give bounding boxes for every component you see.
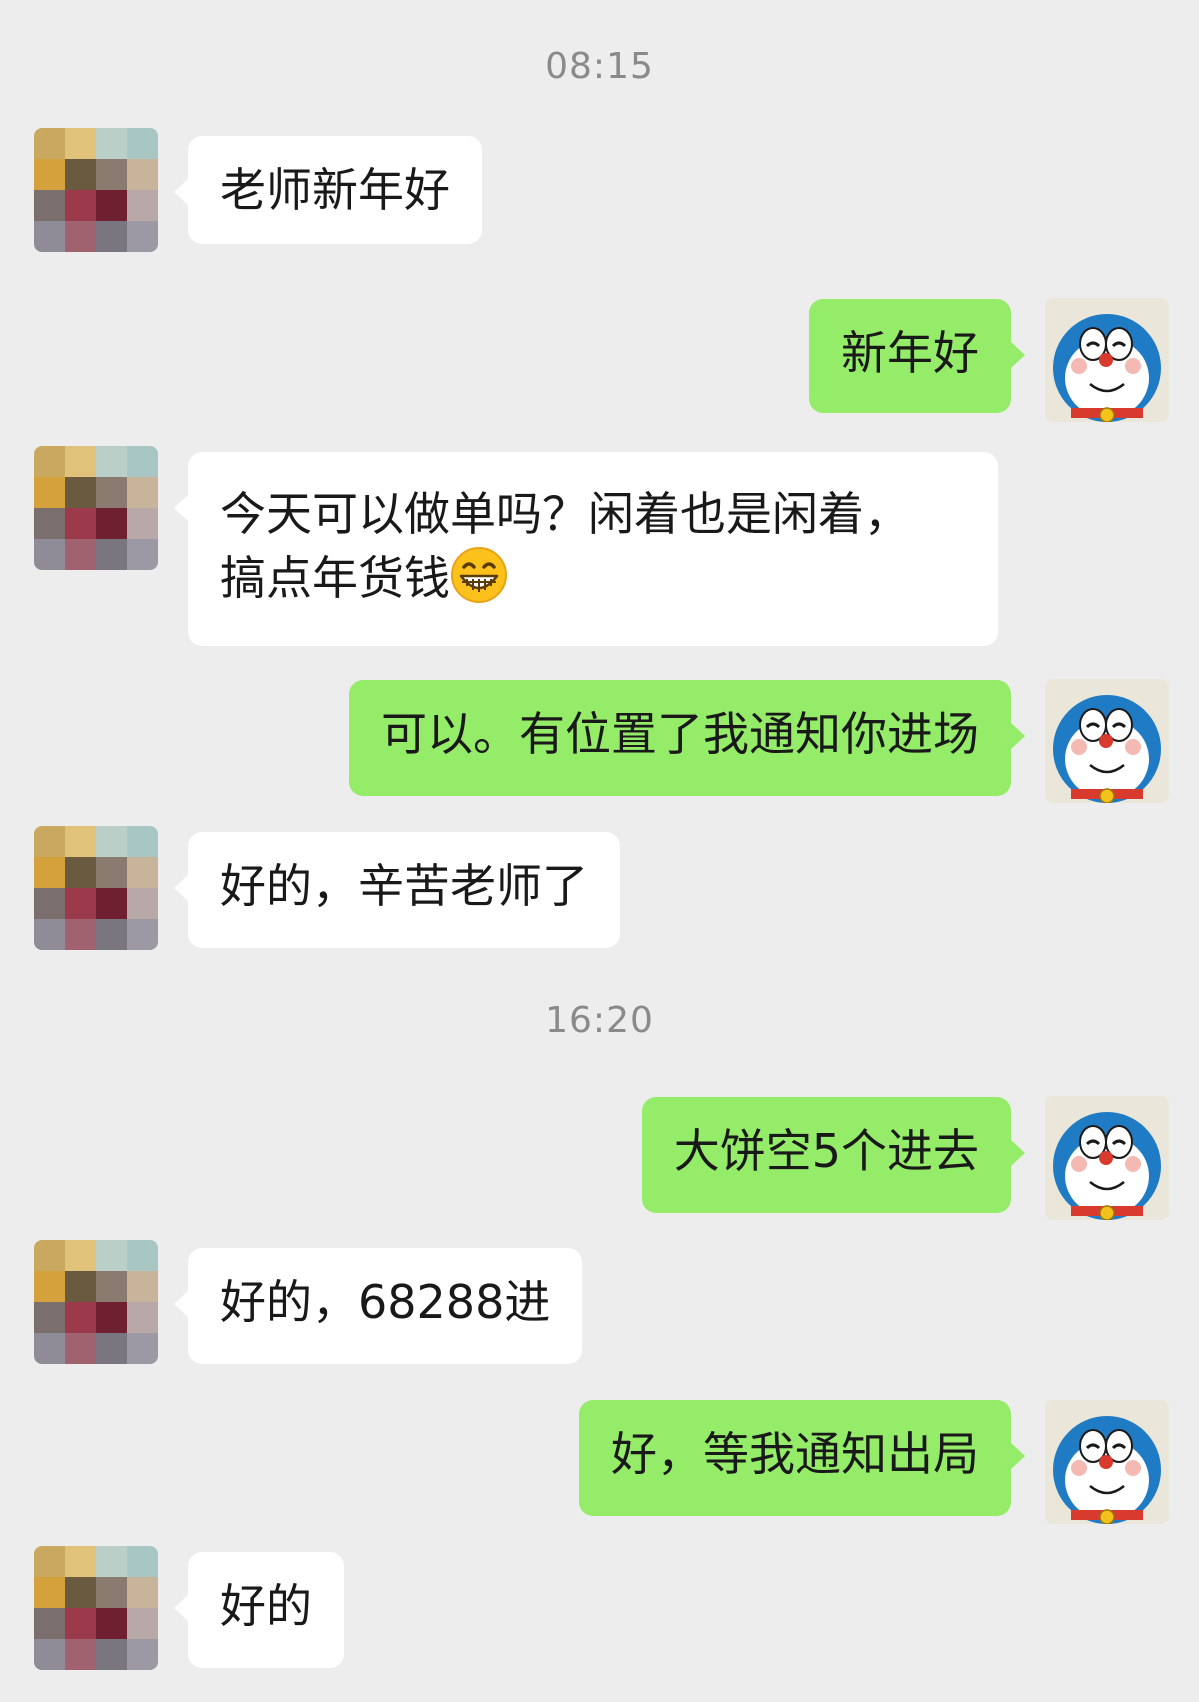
- pixelated-avatar-image: [34, 446, 158, 570]
- timestamp: 08:15: [545, 46, 654, 87]
- self-avatar[interactable]: [1045, 1400, 1169, 1524]
- doraemon-avatar-image: [1045, 1096, 1169, 1220]
- doraemon-avatar-image: [1045, 679, 1169, 803]
- message-bubble-incoming[interactable]: 老师新年好: [174, 136, 482, 244]
- self-avatar[interactable]: [1045, 679, 1169, 803]
- message-bubble-outgoing[interactable]: 大饼空5个进去: [641, 1097, 1026, 1213]
- message-bubble-incoming[interactable]: 今天可以做单吗？闲着也是闲着， 搞点年货钱: [174, 452, 998, 646]
- pixelated-avatar-image: [34, 826, 158, 950]
- contact-avatar[interactable]: [34, 1546, 158, 1670]
- message-bubble-incoming[interactable]: 好的，辛苦老师了: [174, 832, 620, 948]
- self-avatar[interactable]: [1045, 1096, 1169, 1220]
- contact-avatar[interactable]: [34, 826, 158, 950]
- message-bubble-incoming[interactable]: 好的，68288进: [173, 1248, 583, 1364]
- pixelated-avatar-image: [34, 1240, 158, 1364]
- chat-window: 08:15 老师新年好 新年好 今天可以做单吗？闲着也是闲着， 搞点年货钱 可以…: [0, 0, 1199, 1702]
- timestamp: 16:20: [545, 1000, 654, 1041]
- contact-avatar[interactable]: [34, 446, 158, 570]
- message-bubble-outgoing[interactable]: 好，等我通知出局: [579, 1400, 1025, 1516]
- doraemon-avatar-image: [1045, 298, 1169, 422]
- grinning-face-emoji-icon: [451, 547, 507, 603]
- message-bubble-outgoing[interactable]: 可以。有位置了我通知你进场: [349, 680, 1025, 796]
- self-avatar[interactable]: [1045, 298, 1169, 422]
- contact-avatar[interactable]: [34, 128, 158, 252]
- message-bubble-outgoing[interactable]: 新年好: [809, 299, 1025, 413]
- pixelated-avatar-image: [34, 1546, 158, 1670]
- message-bubble-incoming[interactable]: 好的: [174, 1552, 344, 1668]
- doraemon-avatar-image: [1045, 1400, 1169, 1524]
- contact-avatar[interactable]: [34, 1240, 158, 1364]
- message-text-line: 搞点年货钱: [220, 546, 966, 610]
- message-text-line: 今天可以做单吗？闲着也是闲着，: [220, 487, 910, 541]
- pixelated-avatar-image: [34, 128, 158, 252]
